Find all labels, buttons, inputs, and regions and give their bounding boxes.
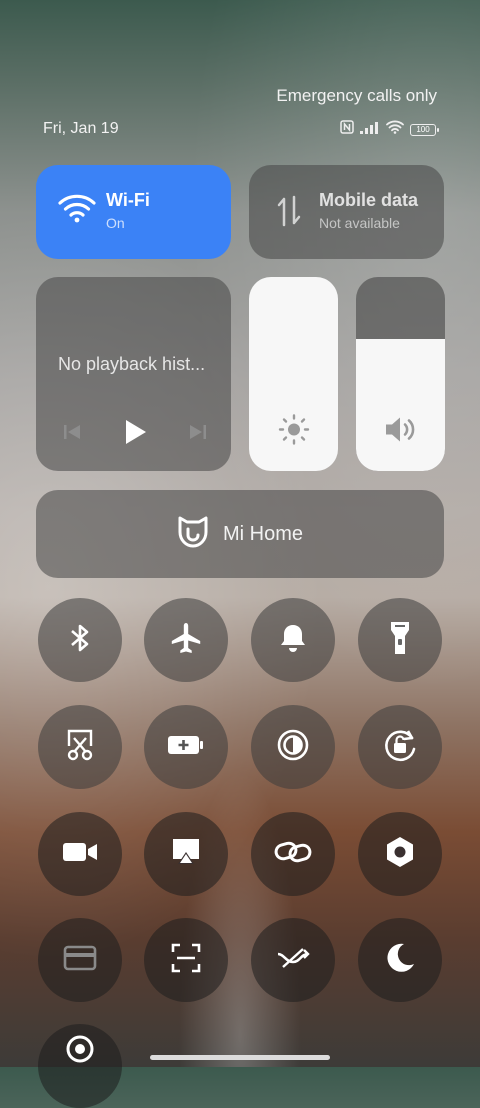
media-player[interactable]: No playback hist... — [36, 277, 231, 471]
wifi-status-icon — [386, 120, 404, 139]
rotation-lock-toggle[interactable] — [358, 705, 442, 789]
home-indicator[interactable] — [150, 1055, 330, 1060]
mi-home-icon — [177, 515, 209, 554]
bluetooth-icon — [68, 622, 92, 659]
signal-icon — [360, 121, 380, 139]
screenshot-scissors-icon — [65, 728, 95, 767]
shuffle-icon — [276, 946, 310, 975]
battery-saver-icon — [167, 734, 205, 761]
sync-toggle[interactable] — [251, 918, 335, 1002]
date-text: Fri, Jan 19 — [43, 120, 119, 137]
settings-hex-icon — [384, 835, 416, 874]
screen-recorder-toggle[interactable] — [38, 812, 122, 896]
card-icon — [63, 945, 97, 976]
volume-level-fill — [356, 339, 445, 471]
battery-icon: 100 — [410, 123, 439, 136]
volume-slider[interactable] — [356, 277, 445, 471]
link-toggle[interactable] — [251, 812, 335, 896]
mi-home-button[interactable]: Mi Home — [36, 490, 444, 578]
nfc-icon — [340, 120, 354, 139]
bell-icon — [278, 622, 308, 659]
media-status-text: No playback hist... — [58, 354, 206, 374]
location-icon — [65, 1034, 95, 1069]
dark-mode-toggle[interactable] — [358, 918, 442, 1002]
next-track-icon[interactable] — [188, 422, 208, 447]
speaker-icon — [384, 415, 418, 450]
wifi-tile[interactable]: Wi-Fi On — [36, 165, 231, 259]
mobile-data-tile[interactable]: Mobile data Not available — [249, 165, 444, 259]
mobile-data-status: Not available — [319, 215, 400, 231]
screenshot-toggle[interactable] — [38, 705, 122, 789]
card-toggle[interactable] — [38, 918, 122, 1002]
mobile-data-title: Mobile data — [319, 190, 419, 210]
brightness-slider[interactable] — [249, 277, 338, 471]
link-icon — [274, 839, 312, 870]
status-icons: 100 — [340, 120, 439, 139]
mobile-data-icon — [275, 195, 303, 232]
wifi-title: Wi-Fi — [106, 190, 150, 210]
airplane-mode-toggle[interactable] — [144, 598, 228, 682]
flashlight-toggle[interactable] — [358, 598, 442, 682]
video-camera-icon — [62, 840, 98, 869]
sun-icon — [278, 414, 310, 451]
cast-toggle[interactable] — [144, 812, 228, 896]
reading-mode-toggle[interactable] — [251, 705, 335, 789]
previous-track-icon[interactable] — [62, 422, 82, 447]
scan-icon — [171, 943, 201, 978]
bluetooth-toggle[interactable] — [38, 598, 122, 682]
carrier-status-text: Emergency calls only — [276, 86, 437, 105]
location-toggle[interactable] — [38, 1024, 122, 1108]
contrast-icon — [276, 728, 310, 767]
rotation-lock-icon — [382, 727, 418, 768]
settings-toggle[interactable] — [358, 812, 442, 896]
moon-icon — [384, 942, 416, 979]
wifi-status: On — [106, 215, 125, 231]
battery-saver-toggle[interactable] — [144, 705, 228, 789]
scanner-toggle[interactable] — [144, 918, 228, 1002]
mi-home-label: Mi Home — [222, 522, 303, 545]
flashlight-icon — [389, 620, 411, 661]
play-icon[interactable] — [123, 419, 147, 450]
cast-icon — [170, 837, 202, 872]
sound-toggle[interactable] — [251, 598, 335, 682]
airplane-icon — [169, 621, 203, 660]
wifi-icon — [58, 193, 96, 228]
